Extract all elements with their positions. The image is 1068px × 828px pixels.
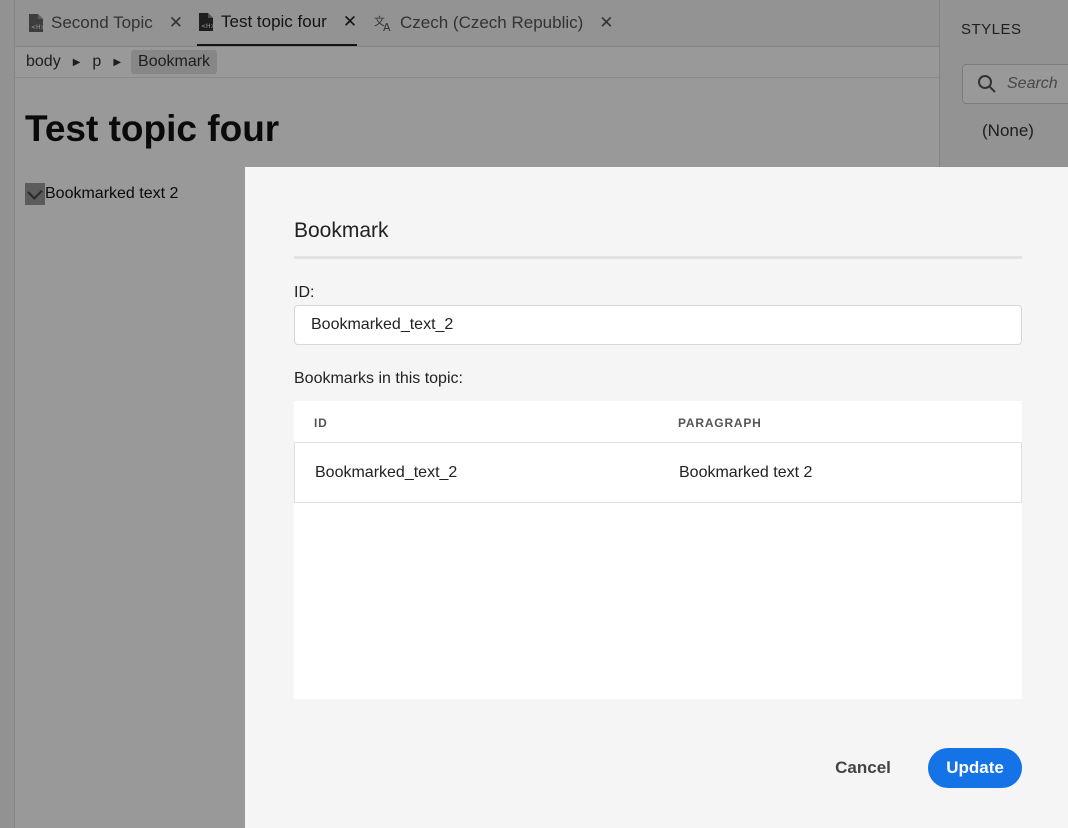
cancel-button[interactable]: Cancel bbox=[813, 748, 913, 788]
cell-paragraph: Bookmarked text 2 bbox=[679, 464, 813, 481]
update-button[interactable]: Update bbox=[928, 748, 1022, 788]
column-header-paragraph: PARAGRAPH bbox=[678, 416, 762, 430]
id-input[interactable] bbox=[294, 305, 1022, 345]
bookmark-dialog: Bookmark ID: Bookmarks in this topic: ID… bbox=[245, 167, 1068, 828]
id-label: ID: bbox=[294, 284, 315, 301]
table-header: ID PARAGRAPH bbox=[294, 401, 1022, 443]
divider bbox=[294, 256, 1022, 259]
bookmarks-table: ID PARAGRAPH Bookmarked_text_2 Bookmarke… bbox=[294, 401, 1022, 699]
bookmarks-list-label: Bookmarks in this topic: bbox=[294, 370, 463, 387]
column-header-id: ID bbox=[314, 416, 328, 430]
cell-id: Bookmarked_text_2 bbox=[315, 464, 458, 481]
dialog-title: Bookmark bbox=[294, 219, 389, 242]
table-row[interactable]: Bookmarked_text_2 Bookmarked text 2 bbox=[294, 443, 1022, 503]
